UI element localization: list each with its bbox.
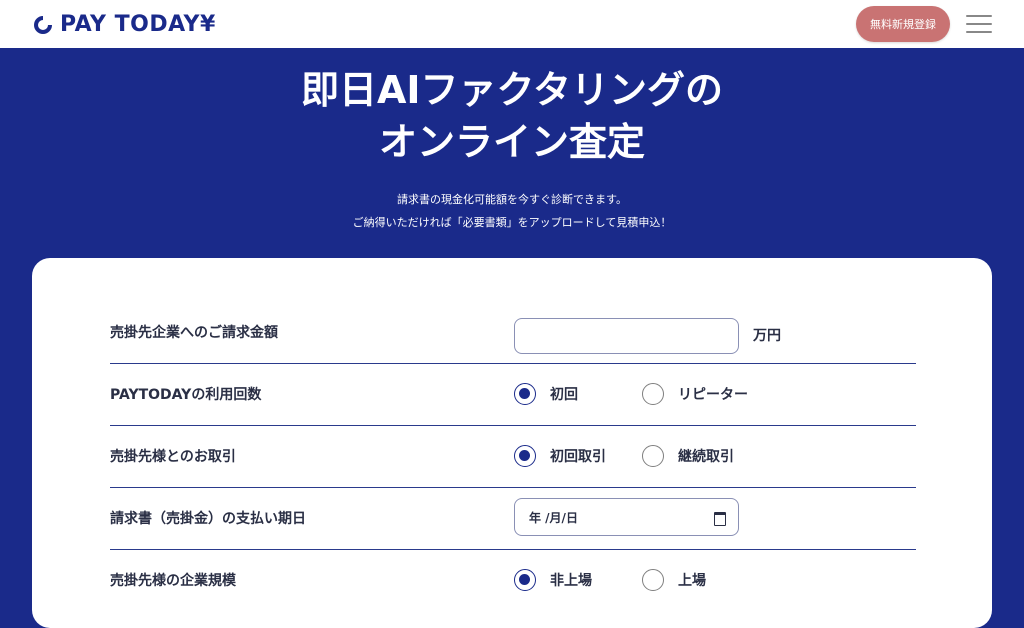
form-row-scale: 売掛先様の企業規模 非上場 上場 — [110, 549, 916, 611]
due-date-input[interactable]: 年 /月/日 — [514, 498, 739, 536]
menu-icon[interactable] — [966, 15, 992, 33]
form-row-usage: PAYTODAYの利用回数 初回 リピーター — [110, 363, 916, 426]
scale-radio-unlisted[interactable]: 非上場 — [514, 549, 592, 611]
radio-unchecked-icon — [642, 445, 664, 467]
usage-label: PAYTODAYの利用回数 — [110, 387, 262, 403]
scale-option-listed: 上場 — [678, 573, 706, 589]
assessment-form: 売掛先企業へのご請求金額 万円 PAYTODAYの利用回数 初回 リピーター 売… — [32, 258, 992, 628]
scale-label: 売掛先様の企業規模 — [110, 573, 236, 589]
header: PAY TODAY¥ 無料新規登録 — [0, 0, 1024, 48]
usage-option-first: 初回 — [550, 387, 578, 403]
subtitle-line-1: 請求書の現金化可能額を今すぐ診断できます。 — [397, 193, 627, 206]
form-row-amount: 売掛先企業へのご請求金額 万円 — [110, 301, 916, 364]
signup-button[interactable]: 無料新規登録 — [856, 6, 950, 42]
relation-option-continuing: 継続取引 — [678, 449, 734, 465]
radio-checked-icon — [514, 569, 536, 591]
radio-checked-icon — [514, 445, 536, 467]
relation-radio-first[interactable]: 初回取引 — [514, 425, 606, 487]
due-date-placeholder: 年 /月/日 — [529, 510, 578, 525]
form-row-relation: 売掛先様とのお取引 初回取引 継続取引 — [110, 425, 916, 488]
logo-icon — [34, 15, 52, 34]
amount-label: 売掛先企業へのご請求金額 — [110, 325, 278, 341]
logo-text: PAY TODAY¥ — [60, 12, 216, 37]
relation-label: 売掛先様とのお取引 — [110, 449, 236, 465]
usage-radio-first[interactable]: 初回 — [514, 363, 578, 425]
page-title: 即日AIファクタリングの オンライン査定 — [0, 64, 1024, 168]
calendar-icon[interactable] — [714, 512, 726, 526]
scale-option-unlisted: 非上場 — [550, 573, 592, 589]
logo[interactable]: PAY TODAY¥ — [34, 12, 216, 37]
page-subtitle: 請求書の現金化可能額を今すぐ診断できます。 ご納得いただければ「必要書類」をアッ… — [0, 188, 1024, 234]
form-row-due-date: 請求書（売掛金）の支払い期日 年 /月/日 — [110, 487, 916, 550]
relation-radio-continuing[interactable]: 継続取引 — [642, 425, 734, 487]
amount-unit: 万円 — [753, 328, 781, 344]
amount-input[interactable] — [514, 318, 739, 354]
radio-unchecked-icon — [642, 383, 664, 405]
relation-option-first: 初回取引 — [550, 449, 606, 465]
scale-radio-listed[interactable]: 上場 — [642, 549, 706, 611]
subtitle-line-2: ご納得いただければ「必要書類」をアップロードして見積申込！ — [352, 216, 672, 229]
usage-radio-repeater[interactable]: リピーター — [642, 363, 748, 425]
page-title-line-2: オンライン査定 — [378, 120, 645, 164]
usage-option-repeater: リピーター — [678, 387, 748, 403]
radio-checked-icon — [514, 383, 536, 405]
radio-unchecked-icon — [642, 569, 664, 591]
page-title-line-1: 即日AIファクタリングの — [300, 68, 724, 112]
due-date-label: 請求書（売掛金）の支払い期日 — [110, 511, 306, 527]
